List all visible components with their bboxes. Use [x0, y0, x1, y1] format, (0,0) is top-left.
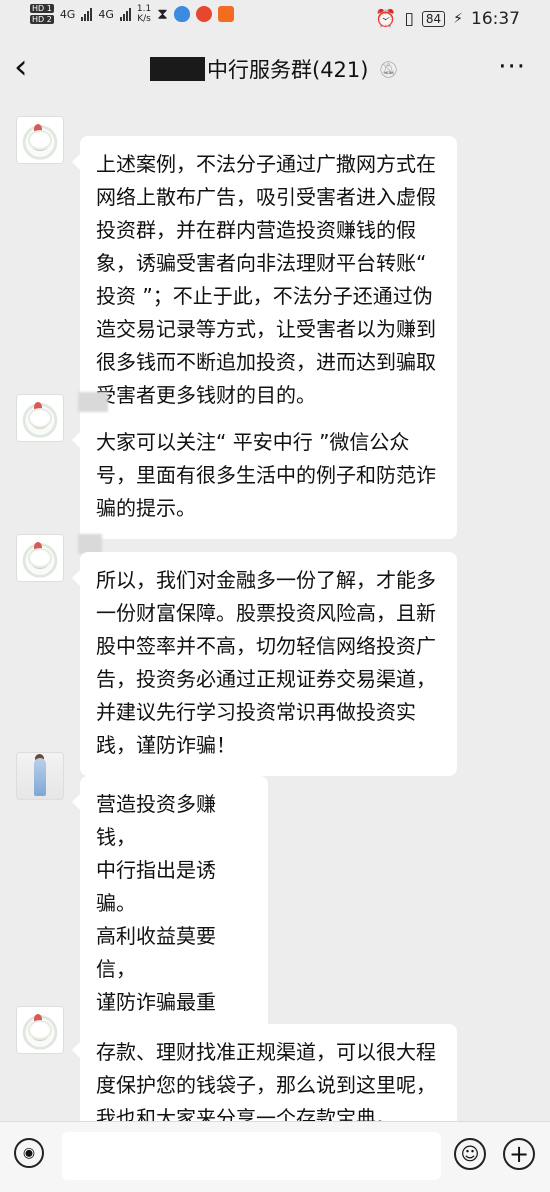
avatar[interactable] [16, 752, 64, 800]
signal2-label: 4G [98, 7, 114, 21]
chat-header: ‹ 中行服务群(421) 🔕︎ ··· [0, 40, 550, 98]
avatar[interactable] [16, 116, 64, 164]
battery-indicator: 84 [421, 11, 446, 27]
message-bubble[interactable]: 大家可以关注“ 平安中行 ”微信公众号，里面有很多生活中的例子和防范诈骗的提示。 [72, 414, 457, 539]
emoji-icon[interactable]: ☺ [454, 1138, 486, 1170]
status-right: ⏰ ▯ 84 ⚡ 16:37 [375, 9, 520, 29]
message-line: 高利收益莫要 [96, 924, 216, 948]
message-bubble[interactable]: 所以，我们对金融多一份了解，才能多一份财富保障。股票投资风险高，且新股中签率并不… [72, 552, 457, 776]
status-bar: HD 1 HD 2 4G 4G 1.1 K/s ⧗ ⏰ ▯ 84 ⚡ 16:37 [0, 0, 550, 38]
hourglass-icon: ⧗ [157, 5, 168, 23]
hd1-badge: HD 1 [30, 4, 54, 13]
avatar[interactable] [16, 534, 64, 582]
message-text: 所以，我们对金融多一份了解，才能多一份财富保障。股票投资风险高，且新股中签率并不… [96, 568, 436, 757]
taobao-icon [217, 6, 234, 22]
input-bar: ◉ ☺ + [0, 1121, 550, 1192]
hd-indicators: HD 1 HD 2 [30, 4, 54, 24]
redacted-block [150, 57, 205, 81]
message-line: 信， [96, 957, 136, 981]
bell-off-icon: 🔕︎ [378, 59, 399, 79]
net-speed-value: 1.1 [136, 4, 152, 14]
signal1-bars-icon [81, 7, 93, 21]
voice-icon[interactable]: ◉ [14, 1138, 44, 1168]
chevron-left-icon[interactable]: ‹ [14, 50, 44, 86]
message-line: 钱， [96, 825, 136, 849]
signal1-label: 4G [59, 7, 76, 21]
shield-icon [173, 6, 190, 22]
net-speed: 1.1 K/s [137, 4, 151, 24]
message-line: 营造投资多赚 [96, 792, 216, 816]
message-input[interactable] [62, 1132, 441, 1180]
avatar[interactable] [16, 394, 64, 442]
more-dots-icon[interactable]: ··· [498, 52, 526, 82]
message-bubble[interactable]: 营造投资多赚 钱， 中行指出是诱 骗。 高利收益莫要 信， 谨防诈骗最重要。 [72, 776, 268, 1066]
chat-title-wrap: 中行服务群(421) 🔕︎ [150, 54, 399, 84]
weibo-icon [195, 6, 212, 22]
message-text: 大家可以关注“ 平安中行 ”微信公众号，里面有很多生活中的例子和防范诈骗的提示。 [96, 430, 436, 520]
message-line: 中行指出是诱 [96, 858, 216, 882]
plus-icon[interactable]: + [503, 1138, 535, 1170]
net-speed-unit: K/s [137, 14, 151, 24]
vibrate-icon: ▯ [404, 9, 414, 29]
message-text: 上述案例，不法分子通过广撒网方式在网络上散布广告，吸引受害者进入虚假投资群，并在… [96, 152, 436, 407]
avatar[interactable] [16, 1006, 64, 1054]
signal2-bars-icon [119, 7, 131, 21]
sender-nickname-blurred [78, 392, 108, 412]
message-bubble[interactable]: 上述案例，不法分子通过广撒网方式在网络上散布广告，吸引受害者进入虚假投资群，并在… [72, 136, 457, 426]
hd2-badge: HD 2 [30, 15, 54, 24]
chat-title: 中行服务群(421) [207, 58, 369, 82]
clock-time: 16:37 [471, 9, 520, 29]
message-line: 骗。 [96, 891, 136, 915]
status-left: HD 1 HD 2 4G 4G 1.1 K/s ⧗ [30, 4, 234, 24]
alarm-icon: ⏰ [375, 9, 397, 29]
sender-nickname-blurred [78, 534, 102, 554]
charging-icon: ⚡ [453, 11, 463, 27]
